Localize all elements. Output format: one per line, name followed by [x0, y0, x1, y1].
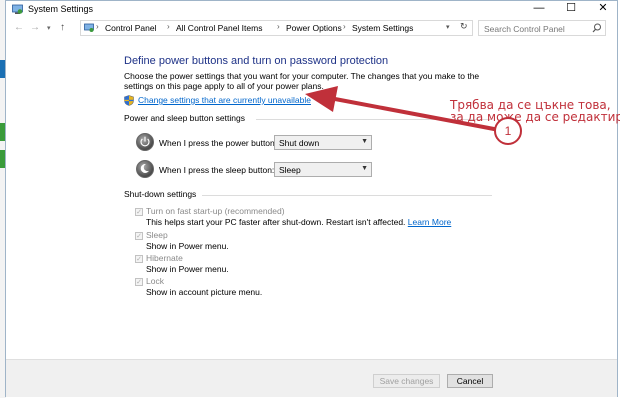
- sleep-button-icon: [136, 160, 154, 178]
- power-button-label: When I press the power button:: [159, 138, 278, 148]
- breadcrumb-separator-icon[interactable]: ›: [277, 22, 280, 31]
- search-icon[interactable]: [592, 23, 602, 33]
- sleep-button-action-select[interactable]: Sleep ▼: [274, 162, 372, 177]
- annotation-line-2: за да може да се редактира: [450, 110, 620, 124]
- breadcrumb-separator-icon[interactable]: ›: [167, 22, 170, 31]
- learn-more-link[interactable]: Learn More: [408, 217, 451, 227]
- sleep-button-action-value: Sleep: [279, 165, 301, 175]
- lock-label: Lock: [146, 276, 164, 286]
- breadcrumb-system-settings[interactable]: System Settings: [352, 23, 413, 33]
- main-content: Define power buttons and turn on passwor…: [6, 40, 617, 360]
- recent-locations-chevron-icon[interactable]: ▾: [47, 24, 51, 32]
- power-sleep-group-title: Power and sleep button settings: [124, 113, 245, 123]
- sleep-checkbox[interactable]: ✓: [135, 232, 143, 240]
- fast-startup-desc-text: This helps start your PC faster after sh…: [146, 217, 406, 227]
- minimize-button[interactable]: —: [523, 1, 555, 16]
- maximize-button[interactable]: ☐: [555, 1, 587, 16]
- address-dropdown-icon[interactable]: ▾: [446, 23, 450, 31]
- title-bar[interactable]: System Settings — ☐ ✕: [6, 1, 617, 17]
- chevron-down-icon: ▼: [361, 165, 368, 172]
- sleep-label: Sleep: [146, 230, 168, 240]
- annotation-text: Трябва да се цъкне това, за да може да с…: [450, 99, 620, 124]
- power-button-action-select[interactable]: Shut down ▼: [274, 135, 372, 150]
- sleep-button-label: When I press the sleep button:: [159, 165, 275, 175]
- breadcrumb-control-panel[interactable]: Control Panel: [105, 23, 157, 33]
- control-panel-icon: [12, 4, 23, 14]
- sleep-desc: Show in Power menu.: [146, 241, 229, 251]
- lock-desc: Show in account picture menu.: [146, 287, 263, 297]
- breadcrumb-all-items[interactable]: All Control Panel Items: [176, 23, 262, 33]
- fast-startup-desc: This helps start your PC faster after sh…: [146, 217, 451, 227]
- chevron-down-icon: ▼: [361, 138, 368, 145]
- breadcrumb-power-options[interactable]: Power Options: [286, 23, 342, 33]
- power-button-icon: [136, 133, 154, 151]
- hibernate-desc: Show in Power menu.: [146, 264, 229, 274]
- page-title: Define power buttons and turn on passwor…: [124, 55, 389, 67]
- address-bar[interactable]: › Control Panel › All Control Panel Item…: [80, 20, 473, 36]
- annotation-step-number: 1: [494, 117, 522, 145]
- change-unavailable-settings-link[interactable]: Change settings that are currently unava…: [138, 95, 311, 105]
- save-changes-button[interactable]: Save changes: [373, 374, 440, 388]
- forward-arrow-icon[interactable]: →: [30, 22, 40, 33]
- close-button[interactable]: ✕: [587, 1, 619, 16]
- fast-startup-checkbox[interactable]: ✓: [135, 208, 143, 216]
- fast-startup-label: Turn on fast start-up (recommended): [146, 206, 285, 216]
- control-panel-icon: [84, 23, 94, 32]
- window-title: System Settings: [28, 4, 94, 14]
- hibernate-label: Hibernate: [146, 253, 183, 263]
- footer-bar: Save changes Cancel: [6, 359, 617, 397]
- page-description: Choose the power settings that you want …: [124, 71, 480, 91]
- cancel-button[interactable]: Cancel: [447, 374, 493, 388]
- up-arrow-icon[interactable]: ↑: [60, 22, 65, 33]
- back-arrow-icon[interactable]: ←: [14, 22, 24, 33]
- breadcrumb-separator-icon[interactable]: ›: [343, 22, 346, 31]
- refresh-icon[interactable]: ↻: [460, 21, 468, 32]
- hibernate-checkbox[interactable]: ✓: [135, 255, 143, 263]
- search-input[interactable]: Search Control Panel: [484, 24, 565, 34]
- power-symbol-icon: [140, 136, 150, 147]
- group-divider: [202, 195, 492, 196]
- screen: System Settings — ☐ ✕ ← → ▾ ↑ › Control …: [0, 0, 620, 398]
- lock-checkbox[interactable]: ✓: [135, 278, 143, 286]
- uac-shield-icon: [124, 95, 134, 106]
- system-settings-window: System Settings — ☐ ✕ ← → ▾ ↑ › Control …: [5, 0, 618, 397]
- search-box[interactable]: Search Control Panel: [478, 20, 606, 36]
- moon-icon: [140, 164, 149, 173]
- power-button-action-value: Shut down: [279, 138, 320, 148]
- address-bar-row: ← → ▾ ↑ › Control Panel › All Control Pa…: [6, 17, 617, 39]
- shutdown-group-title: Shut-down settings: [124, 189, 197, 199]
- breadcrumb-separator-icon: ›: [96, 22, 99, 31]
